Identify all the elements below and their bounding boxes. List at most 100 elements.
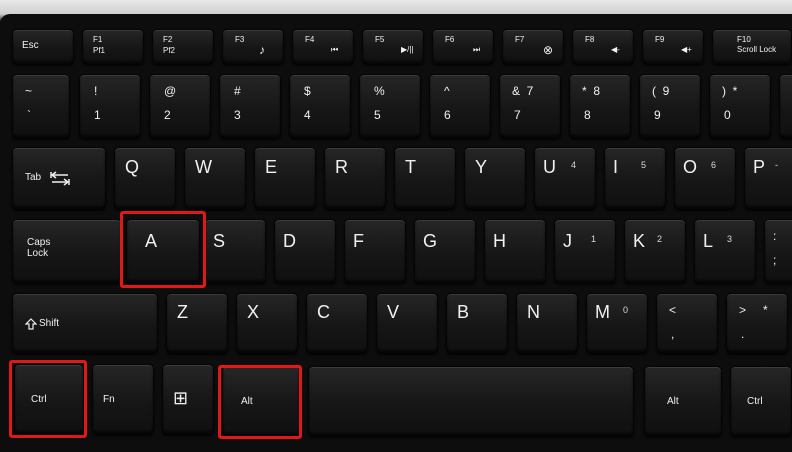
key-b[interactable]: B xyxy=(446,293,508,353)
key-caps-lock-label: Caps Lock xyxy=(27,237,51,259)
key-k[interactable]: K 2 xyxy=(624,219,686,283)
key-f2[interactable]: F2 Pf2 xyxy=(152,29,214,64)
key-f[interactable]: F xyxy=(344,219,406,283)
key-caps-lock[interactable]: Caps Lock xyxy=(12,219,122,283)
key-f8-label: F8 xyxy=(585,35,595,44)
key-f7[interactable]: F7 ⊗ xyxy=(502,29,564,64)
key-p-label: P xyxy=(753,157,766,177)
key-period[interactable]: > * . xyxy=(726,293,788,353)
key-tab[interactable]: Tab xyxy=(12,147,106,209)
key-4[interactable]: $ 4 xyxy=(289,74,351,138)
key-y-label: Y xyxy=(475,157,488,177)
music-icon: ♪ xyxy=(259,43,265,57)
key-comma[interactable]: < , xyxy=(656,293,718,353)
key-ctrl-right[interactable]: Ctrl xyxy=(730,366,792,436)
key-m-label: M xyxy=(595,302,610,322)
key-o[interactable]: O 6 xyxy=(674,147,736,209)
key-alt-right-label: Alt xyxy=(667,396,679,407)
key-p-numpad: - xyxy=(775,160,778,170)
key-u-numpad: 4 xyxy=(571,160,577,170)
key-shift-left[interactable]: Shift xyxy=(12,293,158,353)
key-grave[interactable]: ~ ` xyxy=(12,74,70,138)
key-f3[interactable]: F3 ♪ xyxy=(222,29,284,64)
key-2[interactable]: @ 2 xyxy=(149,74,211,138)
key-w[interactable]: W xyxy=(184,147,246,209)
key-f6-label: F6 xyxy=(445,35,455,44)
key-9-label: 9 xyxy=(654,108,661,122)
key-period-top: > xyxy=(739,303,747,317)
key-6[interactable]: ^ 6 xyxy=(429,74,491,138)
key-ctrl-right-label: Ctrl xyxy=(747,396,763,407)
key-7-top: & 7 xyxy=(512,84,534,98)
key-o-label: O xyxy=(683,157,698,177)
key-i[interactable]: I 5 xyxy=(604,147,666,209)
key-y[interactable]: Y xyxy=(464,147,526,209)
key-w-label: W xyxy=(195,157,212,177)
key-q-label: Q xyxy=(125,157,140,177)
key-f5-label: F5 xyxy=(375,35,385,44)
key-s[interactable]: S xyxy=(204,219,266,283)
key-f7-label: F7 xyxy=(515,35,525,44)
key-5-top: % xyxy=(374,84,385,98)
key-f1[interactable]: F1 Pf1 xyxy=(82,29,144,64)
key-0[interactable]: ) * 0 xyxy=(709,74,771,138)
key-q[interactable]: Q xyxy=(114,147,176,209)
key-8[interactable]: * 8 8 xyxy=(569,74,631,138)
key-x[interactable]: X xyxy=(236,293,298,353)
mute-icon: ⊗ xyxy=(543,43,554,57)
key-8-top: * 8 xyxy=(582,84,601,98)
key-9[interactable]: ( 9 9 xyxy=(639,74,701,138)
key-f9[interactable]: F9 ◀+ xyxy=(642,29,704,64)
key-i-label: I xyxy=(613,157,619,177)
key-f-label: F xyxy=(353,231,364,251)
key-h[interactable]: H xyxy=(484,219,546,283)
key-fn[interactable]: Fn xyxy=(92,364,154,434)
key-v[interactable]: V xyxy=(376,293,438,353)
key-alt-right[interactable]: Alt xyxy=(644,366,722,436)
key-fn-label: Fn xyxy=(103,394,115,405)
key-f10[interactable]: F10 Scroll Lock xyxy=(712,29,792,64)
key-f6[interactable]: F6 ⏭ xyxy=(432,29,494,64)
shift-arrow-icon xyxy=(25,318,37,330)
key-b-label: B xyxy=(457,302,470,322)
key-windows[interactable]: ⊞ xyxy=(162,364,214,434)
key-k-label: K xyxy=(633,231,646,251)
key-l-label: L xyxy=(703,231,714,251)
key-m-numpad: 0 xyxy=(623,305,629,315)
key-n-label: N xyxy=(527,302,540,322)
key-z[interactable]: Z xyxy=(166,293,228,353)
key-t-label: T xyxy=(405,157,416,177)
key-l[interactable]: L 3 xyxy=(694,219,756,283)
key-e-label: E xyxy=(265,157,278,177)
key-minus-partial[interactable] xyxy=(779,74,792,138)
key-7-label: 7 xyxy=(514,108,521,122)
key-c[interactable]: C xyxy=(306,293,368,353)
key-1[interactable]: ! 1 xyxy=(79,74,141,138)
key-f2-sub: Pf2 xyxy=(163,46,176,55)
key-f5[interactable]: F5 ▶/|| xyxy=(362,29,424,64)
key-x-label: X xyxy=(247,302,260,322)
key-3[interactable]: # 3 xyxy=(219,74,281,138)
key-r[interactable]: R xyxy=(324,147,386,209)
key-g[interactable]: G xyxy=(414,219,476,283)
key-2-label: 2 xyxy=(164,108,171,122)
key-m[interactable]: M 0 xyxy=(586,293,648,353)
key-space[interactable] xyxy=(308,366,634,436)
key-j-label: J xyxy=(563,231,572,251)
key-7[interactable]: & 7 7 xyxy=(499,74,561,138)
key-semicolon[interactable]: : ; xyxy=(764,219,792,283)
key-e[interactable]: E xyxy=(254,147,316,209)
key-f8[interactable]: F8 ◀- xyxy=(572,29,634,64)
key-j[interactable]: J 1 xyxy=(554,219,616,283)
key-2-top: @ xyxy=(164,84,177,98)
key-f10-sub: Scroll Lock xyxy=(737,45,777,54)
key-d[interactable]: D xyxy=(274,219,336,283)
key-p[interactable]: P - xyxy=(744,147,792,209)
key-esc[interactable]: Esc xyxy=(12,29,74,64)
key-5[interactable]: % 5 xyxy=(359,74,421,138)
key-t[interactable]: T xyxy=(394,147,456,209)
key-f4[interactable]: F4 ⏮ xyxy=(292,29,354,64)
key-n[interactable]: N xyxy=(516,293,578,353)
key-f3-label: F3 xyxy=(235,35,245,44)
key-u[interactable]: U 4 xyxy=(534,147,596,209)
